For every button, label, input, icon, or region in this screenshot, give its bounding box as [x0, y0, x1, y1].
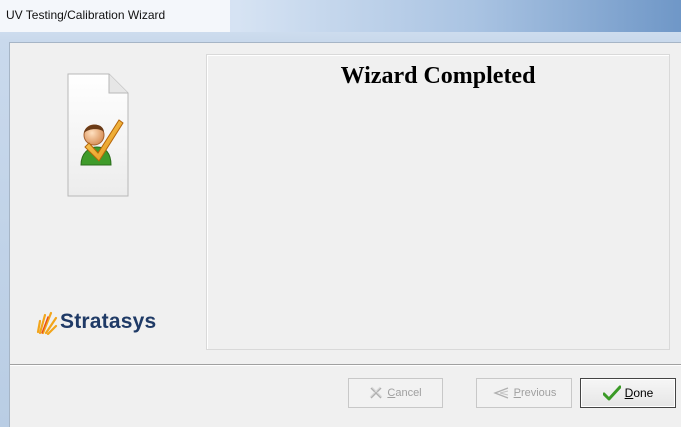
- cancel-button[interactable]: Cancel: [348, 378, 443, 408]
- done-label: Done: [624, 386, 654, 400]
- cancel-label: Cancel: [387, 387, 422, 399]
- previous-arrow-icon: [492, 386, 510, 400]
- cancel-x-icon: [369, 386, 383, 400]
- previous-button[interactable]: Previous: [476, 378, 572, 408]
- document-user-check-icon: [67, 73, 129, 197]
- wizard-client-area: Stratasys Wizard Completed Cancel Previo…: [9, 42, 681, 427]
- page-title: Wizard Completed: [340, 63, 536, 89]
- title-tab: UV Testing/Calibration Wizard: [0, 0, 230, 32]
- wizard-content-panel: Wizard Completed: [206, 54, 670, 350]
- wizard-window: UV Testing/Calibration Wizard Stratasys …: [0, 0, 681, 427]
- stratasys-logo: Stratasys: [36, 307, 156, 337]
- window-title: UV Testing/Calibration Wizard: [6, 8, 166, 22]
- stratasys-logo-text: Stratasys: [60, 310, 157, 333]
- done-button[interactable]: Done: [580, 378, 676, 408]
- button-bar-divider: [10, 364, 681, 366]
- stratasys-logo-rays-icon: [36, 311, 58, 335]
- checkmark-icon: [602, 385, 621, 401]
- title-bar[interactable]: UV Testing/Calibration Wizard: [0, 0, 681, 32]
- previous-label: Previous: [513, 387, 557, 399]
- wizard-side-pane: Stratasys: [10, 43, 200, 355]
